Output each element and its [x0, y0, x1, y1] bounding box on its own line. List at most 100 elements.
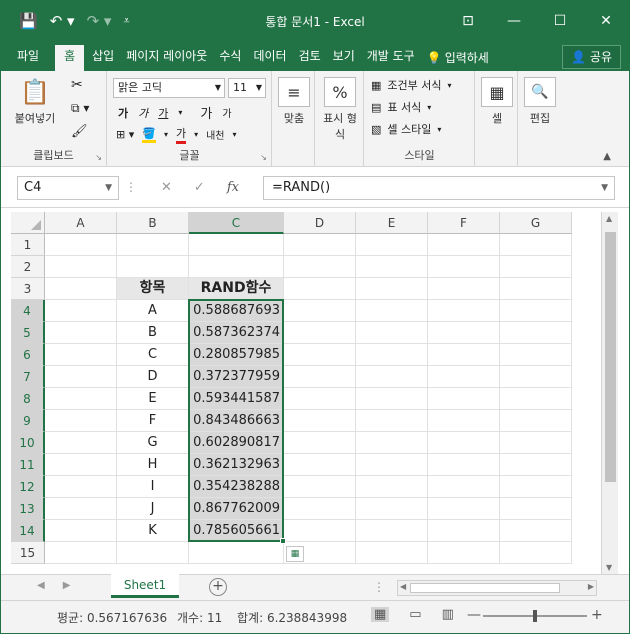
- alignment-button[interactable]: ≡ 맞춤: [276, 77, 312, 126]
- cell-b4[interactable]: A: [117, 300, 189, 322]
- cell-b5[interactable]: B: [117, 322, 189, 344]
- cell-g3[interactable]: [500, 278, 572, 300]
- zoom-in-icon[interactable]: +: [591, 607, 603, 623]
- fill-color-dropdown-icon[interactable]: ▾: [164, 130, 168, 139]
- cell-e7[interactable]: [356, 366, 428, 388]
- cell-f8[interactable]: [428, 388, 500, 410]
- cell-a4[interactable]: [45, 300, 117, 322]
- cell-d14[interactable]: [284, 520, 356, 542]
- row-header-2[interactable]: 2: [11, 256, 45, 278]
- tell-me-box[interactable]: 💡 입력하세: [421, 45, 495, 71]
- cell-e6[interactable]: [356, 344, 428, 366]
- cell-g11[interactable]: [500, 454, 572, 476]
- scroll-right-icon[interactable]: ▶: [588, 582, 594, 591]
- cell-c15[interactable]: [189, 542, 284, 564]
- cell-b11[interactable]: H: [117, 454, 189, 476]
- column-header-e[interactable]: E: [356, 212, 428, 234]
- tab-home[interactable]: 홈: [55, 45, 85, 71]
- scroll-down-icon[interactable]: ▼: [606, 563, 612, 572]
- add-sheet-icon[interactable]: +: [209, 578, 227, 596]
- cell-c10[interactable]: 0.602890817: [189, 432, 284, 454]
- clipboard-launcher-icon[interactable]: ↘: [95, 153, 102, 162]
- cell-g9[interactable]: [500, 410, 572, 432]
- cells-button[interactable]: ▦ 셀: [480, 77, 514, 126]
- fill-color-icon[interactable]: 🪣: [142, 127, 156, 143]
- cell-f2[interactable]: [428, 256, 500, 278]
- cell-e5[interactable]: [356, 322, 428, 344]
- row-header-8[interactable]: 8: [11, 388, 45, 410]
- cell-e3[interactable]: [356, 278, 428, 300]
- cell-c14[interactable]: 0.785605661: [189, 520, 284, 542]
- name-box[interactable]: C4 ▼: [17, 176, 119, 200]
- cell-f9[interactable]: [428, 410, 500, 432]
- fill-handle[interactable]: [280, 538, 286, 544]
- cell-b1[interactable]: [117, 234, 189, 256]
- cell-f3[interactable]: [428, 278, 500, 300]
- horizontal-scrollbar[interactable]: ◀ ▶: [397, 580, 597, 596]
- cut-icon[interactable]: ✂: [71, 77, 83, 93]
- cell-a8[interactable]: [45, 388, 117, 410]
- cell-e13[interactable]: [356, 498, 428, 520]
- share-button[interactable]: 👤 공유: [562, 45, 621, 69]
- vertical-scroll-thumb[interactable]: [605, 232, 616, 482]
- cell-c2[interactable]: [189, 256, 284, 278]
- cell-d3[interactable]: [284, 278, 356, 300]
- cell-a12[interactable]: [45, 476, 117, 498]
- cell-e12[interactable]: [356, 476, 428, 498]
- cell-f14[interactable]: [428, 520, 500, 542]
- cell-e9[interactable]: [356, 410, 428, 432]
- shrink-font-button[interactable]: 가: [222, 105, 231, 120]
- cell-f10[interactable]: [428, 432, 500, 454]
- vertical-scrollbar[interactable]: ▲ ▼: [601, 212, 618, 574]
- cell-f7[interactable]: [428, 366, 500, 388]
- cell-g12[interactable]: [500, 476, 572, 498]
- cell-c7[interactable]: 0.372377959: [189, 366, 284, 388]
- cell-g6[interactable]: [500, 344, 572, 366]
- page-layout-view-icon[interactable]: ▭: [409, 607, 421, 622]
- cell-d8[interactable]: [284, 388, 356, 410]
- cell-f6[interactable]: [428, 344, 500, 366]
- scroll-left-icon[interactable]: ◀: [400, 582, 406, 591]
- column-header-a[interactable]: A: [45, 212, 117, 234]
- cell-f5[interactable]: [428, 322, 500, 344]
- collapse-ribbon-icon[interactable]: ▲: [603, 151, 611, 162]
- scroll-up-icon[interactable]: ▲: [606, 214, 612, 223]
- cell-c9[interactable]: 0.843486663: [189, 410, 284, 432]
- formula-input[interactable]: =RAND() ▼: [263, 176, 615, 200]
- bold-button[interactable]: 가: [118, 105, 128, 121]
- cell-g14[interactable]: [500, 520, 572, 542]
- cell-a2[interactable]: [45, 256, 117, 278]
- cell-d13[interactable]: [284, 498, 356, 520]
- cell-b7[interactable]: D: [117, 366, 189, 388]
- cell-d9[interactable]: [284, 410, 356, 432]
- row-header-6[interactable]: 6: [11, 344, 45, 366]
- cell-styles-button[interactable]: ▧ 셀 스타일 ▾: [371, 121, 441, 137]
- sheet-tab-sheet1[interactable]: Sheet1: [111, 574, 179, 598]
- cell-c6[interactable]: 0.280857985: [189, 344, 284, 366]
- cell-g8[interactable]: [500, 388, 572, 410]
- cell-a3[interactable]: [45, 278, 117, 300]
- column-header-b[interactable]: B: [117, 212, 189, 234]
- cell-g15[interactable]: [500, 542, 572, 564]
- italic-button[interactable]: 가: [138, 105, 148, 121]
- cell-f13[interactable]: [428, 498, 500, 520]
- row-header-7[interactable]: 7: [11, 366, 45, 388]
- cell-c13[interactable]: 0.867762009: [189, 498, 284, 520]
- tab-data[interactable]: 데이터: [247, 45, 292, 71]
- cell-f1[interactable]: [428, 234, 500, 256]
- cell-d2[interactable]: [284, 256, 356, 278]
- cell-b12[interactable]: I: [117, 476, 189, 498]
- tab-developer[interactable]: 개발 도구: [361, 45, 421, 71]
- select-all-corner[interactable]: [11, 212, 45, 234]
- horizontal-scroll-thumb[interactable]: [410, 583, 560, 593]
- row-header-4[interactable]: 4: [11, 300, 45, 322]
- cell-g7[interactable]: [500, 366, 572, 388]
- row-header-11[interactable]: 11: [11, 454, 45, 476]
- cell-c4[interactable]: 0.588687693: [189, 300, 284, 322]
- column-header-g[interactable]: G: [500, 212, 572, 234]
- row-header-1[interactable]: 1: [11, 234, 45, 256]
- cell-b8[interactable]: E: [117, 388, 189, 410]
- cell-e15[interactable]: [356, 542, 428, 564]
- phonetic-button[interactable]: 내천: [206, 127, 224, 142]
- row-header-9[interactable]: 9: [11, 410, 45, 432]
